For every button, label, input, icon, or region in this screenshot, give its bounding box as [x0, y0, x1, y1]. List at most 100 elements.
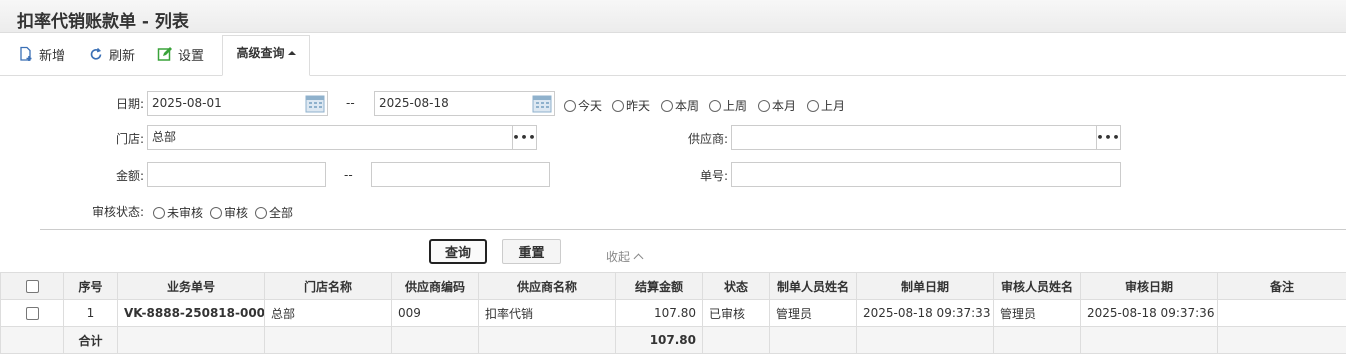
amount-label: 金额: [115, 169, 144, 183]
calendar-icon[interactable] [531, 93, 553, 114]
table-row[interactable]: 1 VK-8888-250818-0001 总部 009 扣率代销 107.80… [0, 299, 1346, 327]
table-header-row: 序号 业务单号 门店名称 供应商编码 供应商名称 结算金额 状态 制单人员姓名 … [0, 272, 1346, 300]
cell-audited-at: 2025-08-18 09:37:36 [1080, 299, 1218, 327]
supplier-label: 供应商: [687, 132, 728, 146]
radio-circle [612, 99, 624, 112]
summary-empty-cell [769, 326, 857, 354]
column-header[interactable]: 业务单号 [117, 272, 265, 300]
column-header[interactable]: 状态 [702, 272, 770, 300]
radio-this-week-label: 本周 [675, 99, 700, 113]
summary-label: 合计 [63, 326, 118, 354]
title-bar: 扣率代销账款单 - 列表 [0, 0, 1346, 33]
date-to-value: 2025-08-18 [379, 96, 449, 110]
collapse-toggle[interactable]: 收起 [606, 248, 644, 265]
radio-audited-label: 审核 [224, 206, 249, 220]
row-select-cell[interactable] [0, 299, 64, 327]
summary-empty-cell [993, 326, 1081, 354]
radio-circle [661, 99, 673, 112]
radio-this-month[interactable]: 本月 [758, 97, 796, 114]
supplier-field[interactable]: ••• [731, 125, 1121, 150]
summary-empty-cell [117, 326, 265, 354]
row-checkbox[interactable] [25, 307, 39, 320]
column-header[interactable]: 供应商编码 [391, 272, 479, 300]
column-header[interactable]: 备注 [1217, 272, 1346, 300]
radio-circle [807, 99, 819, 112]
advanced-query-tab[interactable]: 高级查询 [222, 35, 310, 76]
settings-label: 设置 [178, 48, 205, 64]
cell-created-at: 2025-08-18 09:37:33 [856, 299, 994, 327]
radio-circle [564, 99, 576, 112]
more-dots-icon: ••• [1096, 131, 1121, 144]
refresh-button[interactable]: 刷新 [88, 44, 135, 64]
date-range-separator: -- [346, 96, 355, 110]
column-header[interactable]: 结算金额 [615, 272, 703, 300]
summary-empty-cell [702, 326, 770, 354]
add-button[interactable]: 新增 [18, 44, 65, 64]
add-label: 新增 [39, 48, 66, 64]
query-button[interactable]: 查询 [429, 239, 487, 264]
cell-supplier-code: 009 [391, 299, 479, 327]
radio-last-month-label: 上月 [821, 99, 846, 113]
select-all-checkbox[interactable] [25, 280, 39, 293]
date-from-field[interactable]: 2025-08-01 [147, 91, 328, 116]
column-header[interactable]: 制单日期 [856, 272, 994, 300]
date-to-field[interactable]: 2025-08-18 [374, 91, 555, 116]
column-header[interactable]: 供应商名称 [478, 272, 616, 300]
cell-remark [1217, 299, 1346, 327]
radio-last-month[interactable]: 上月 [807, 97, 845, 114]
radio-today[interactable]: 今天 [564, 97, 602, 114]
amount-to-field[interactable] [371, 162, 550, 187]
store-field[interactable]: 总部 ••• [147, 125, 537, 150]
add-document-icon [20, 46, 32, 61]
radio-this-week[interactable]: 本周 [661, 97, 699, 114]
settings-button[interactable]: 设置 [157, 44, 204, 64]
advanced-query-label: 高级查询 [236, 46, 285, 60]
cell-auditor: 管理员 [993, 299, 1081, 327]
amount-from-field[interactable] [147, 162, 326, 187]
radio-unaudited[interactable]: 未审核 [153, 204, 203, 221]
radio-all[interactable]: 全部 [255, 204, 293, 221]
radio-circle [210, 206, 222, 219]
summary-empty-cell [1080, 326, 1218, 354]
order-no-field[interactable] [731, 162, 1121, 187]
refresh-label: 刷新 [109, 48, 136, 64]
summary-row: 合计 107.80 [0, 326, 1346, 354]
results-table: 序号 业务单号 门店名称 供应商编码 供应商名称 结算金额 状态 制单人员姓名 … [0, 272, 1346, 354]
summary-empty-cell [1217, 326, 1346, 354]
order-no-label: 单号: [699, 169, 728, 183]
summary-empty-cell [0, 326, 64, 354]
chevron-up-icon [633, 253, 644, 264]
cell-seq: 1 [63, 299, 118, 327]
filter-divider [40, 229, 1346, 230]
date-from-value: 2025-08-01 [152, 96, 222, 110]
cell-order-no-link[interactable]: VK-8888-250818-0001 [117, 299, 265, 327]
column-header[interactable]: 审核日期 [1080, 272, 1218, 300]
radio-unaudited-label: 未审核 [167, 206, 204, 220]
reset-button[interactable]: 重置 [502, 239, 561, 264]
store-label: 门店: [115, 132, 144, 146]
audit-status-label: 审核状态: [91, 205, 144, 219]
column-header[interactable]: 门店名称 [264, 272, 392, 300]
supplier-picker-button[interactable]: ••• [1096, 126, 1120, 149]
refresh-icon [90, 47, 102, 60]
radio-yesterday[interactable]: 昨天 [612, 97, 650, 114]
radio-circle [153, 206, 165, 219]
cell-store: 总部 [264, 299, 392, 327]
radio-last-week[interactable]: 上周 [709, 97, 747, 114]
radio-audited[interactable]: 审核 [210, 204, 248, 221]
summary-empty-cell [478, 326, 616, 354]
store-value: 总部 [152, 130, 177, 144]
summary-amount: 107.80 [615, 326, 703, 354]
column-header[interactable]: 序号 [63, 272, 118, 300]
column-header[interactable]: 审核人员姓名 [993, 272, 1081, 300]
store-picker-button[interactable]: ••• [512, 126, 536, 149]
column-header[interactable]: 制单人员姓名 [769, 272, 857, 300]
radio-circle [709, 99, 721, 112]
summary-empty-cell [391, 326, 479, 354]
radio-circle [255, 206, 267, 219]
calendar-icon[interactable] [304, 93, 326, 114]
radio-today-label: 今天 [578, 99, 603, 113]
cell-amount: 107.80 [615, 299, 703, 327]
select-all-cell[interactable] [0, 272, 64, 300]
radio-yesterday-label: 昨天 [626, 99, 651, 113]
